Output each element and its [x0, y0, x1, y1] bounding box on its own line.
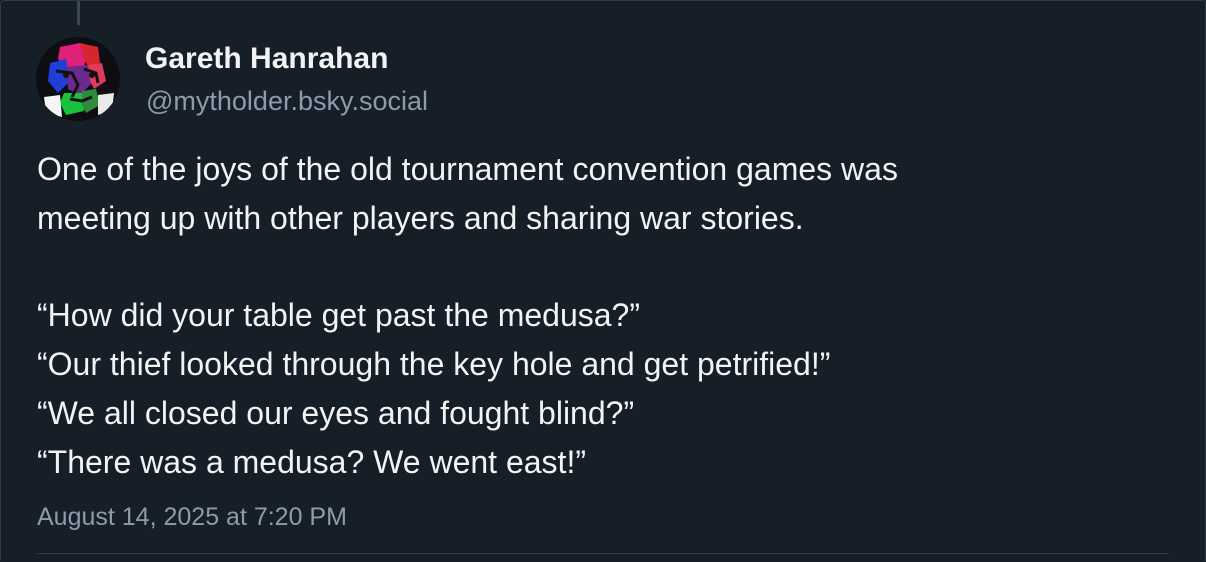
avatar-image	[36, 37, 120, 121]
avatar[interactable]	[36, 37, 120, 121]
author-handle[interactable]: @mytholder.bsky.social	[146, 83, 428, 119]
author-display-name[interactable]: Gareth Hanrahan	[145, 39, 388, 79]
post-text-line: “How did your table get past the medusa?…	[37, 297, 640, 333]
post-text-line	[37, 243, 1177, 291]
post-text: One of the joys of the old tournament co…	[37, 145, 1177, 487]
post-timestamp[interactable]: August 14, 2025 at 7:20 PM	[37, 500, 347, 534]
post-text-line: One of the joys of the old tournament co…	[37, 151, 898, 187]
post-card: Gareth Hanrahan @mytholder.bsky.social O…	[0, 0, 1206, 561]
divider	[37, 553, 1169, 554]
post-text-line: “Our thief looked through the key hole a…	[37, 346, 831, 382]
thread-connector-line	[77, 1, 80, 25]
post-text-line: meeting up with other players and sharin…	[37, 200, 804, 236]
post-text-line: “There was a medusa? We went east!”	[37, 444, 586, 480]
post-text-line: “We all closed our eyes and fought blind…	[37, 395, 635, 431]
